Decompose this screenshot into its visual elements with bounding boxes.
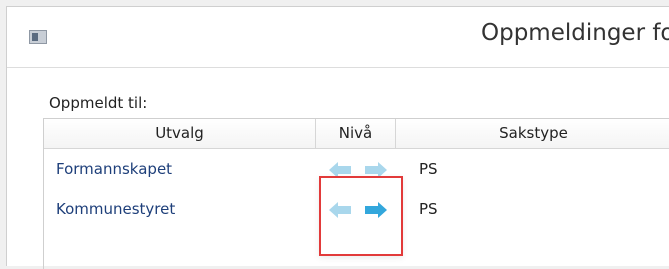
title-bar: Oppmeldinger fo (7, 7, 669, 68)
cell-utvalg: Kommunestyret (56, 200, 176, 218)
cell-sakstype: PS (419, 160, 438, 178)
column-header-niva[interactable]: Nivå (316, 119, 396, 149)
content-area: Oppmeldt til: Utvalg Nivå Sakstype Forma… (7, 68, 669, 269)
cell-sakstype: PS (419, 200, 438, 218)
column-header-sakstype[interactable]: Sakstype (396, 119, 669, 149)
app-window-icon[interactable] (29, 30, 47, 44)
highlight-box (319, 176, 403, 256)
column-header-utvalg[interactable]: Utvalg (44, 119, 316, 149)
section-label: Oppmeldt til: (49, 94, 148, 112)
cell-utvalg: Formannskapet (56, 160, 173, 178)
app-window: Oppmeldinger fo Oppmeldt til: Utvalg Niv… (6, 6, 669, 269)
window-title: Oppmeldinger fo (481, 20, 669, 46)
